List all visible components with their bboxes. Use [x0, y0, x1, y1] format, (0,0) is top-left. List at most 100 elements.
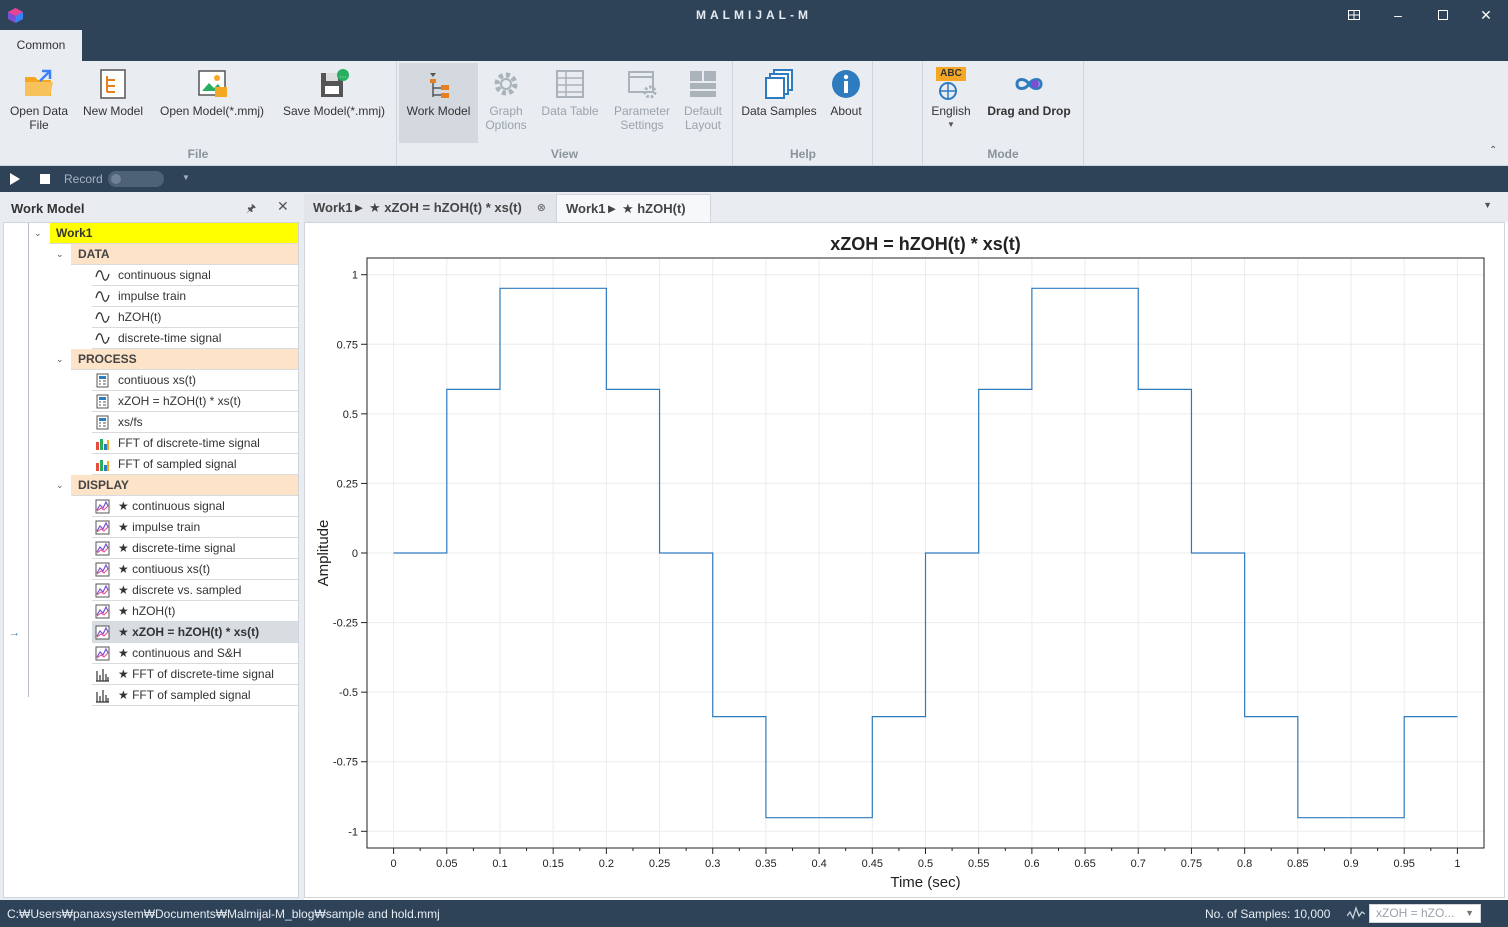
- tree-item[interactable]: ★ xZOH = hZOH(t) * xs(t): [92, 622, 298, 643]
- tree-category-data-label: DATA: [78, 247, 110, 261]
- collapse-chevron-icon[interactable]: ⌄: [56, 354, 64, 365]
- tree-item[interactable]: ★ FFT of sampled signal: [92, 685, 298, 706]
- record-toggle[interactable]: [108, 171, 164, 187]
- tree-item[interactable]: continuous signal: [92, 265, 298, 286]
- drag-and-drop-button[interactable]: Drag and Drop: [980, 63, 1078, 143]
- stem-chart-icon: [96, 690, 109, 703]
- tree-item[interactable]: impulse train: [92, 286, 298, 307]
- data-table-button[interactable]: Data Table: [536, 63, 604, 143]
- settings-window-icon: [628, 71, 657, 99]
- about-button[interactable]: About: [824, 63, 868, 143]
- wave-icon: [95, 291, 110, 302]
- x-tick-label: 0.6: [1024, 858, 1039, 870]
- save-model-button[interactable]: … Save Model(*.mmj): [276, 63, 392, 143]
- help-group-label: Help: [789, 147, 816, 161]
- tree-item[interactable]: ★ hZOH(t): [92, 601, 298, 622]
- samples-stack-icon: [765, 69, 793, 99]
- restore-layout-button[interactable]: [1334, 0, 1374, 30]
- data-samples-label: Data Samples: [741, 104, 817, 118]
- tab-hzoh[interactable]: Work1► ★ hZOH(t): [556, 194, 711, 222]
- x-tick-label: 0.3: [705, 858, 720, 870]
- close-button[interactable]: ✕: [1466, 0, 1506, 30]
- close-panel-icon[interactable]: ✕: [277, 198, 289, 215]
- maximize-button[interactable]: [1423, 0, 1463, 30]
- open-data-file-label: Open Data: [9, 104, 69, 118]
- tab-xzoh[interactable]: Work1► ★ xZOH = hZOH(t) * xs(t) ⊗: [304, 194, 556, 222]
- graph-options-label: Graph: [489, 104, 523, 118]
- new-model-button[interactable]: New Model: [78, 63, 148, 143]
- minimize-icon: –: [1394, 7, 1402, 23]
- line-graph-icon: [95, 625, 110, 640]
- play-icon[interactable]: [10, 173, 20, 185]
- collapse-ribbon-icon[interactable]: ⌃: [1489, 145, 1497, 156]
- y-tick-label: 0.75: [337, 339, 358, 351]
- display-selector[interactable]: xZOH = hZO... ▼: [1369, 904, 1481, 923]
- tree-item[interactable]: contiuous xs(t): [92, 370, 298, 391]
- wave-icon: [95, 270, 110, 281]
- save-model-label: Save Model(*.mmj): [282, 104, 386, 118]
- tree-item[interactable]: ★ discrete-time signal: [92, 538, 298, 559]
- tree-item-label: ★ FFT of discrete-time signal: [118, 667, 274, 681]
- collapse-chevron-icon[interactable]: ⌄: [56, 480, 64, 491]
- tree-item[interactable]: ★ continuous signal: [92, 496, 298, 517]
- line-graph-icon: [95, 562, 110, 577]
- layout-icon: [1348, 10, 1360, 20]
- abc-badge: ABC: [936, 67, 966, 81]
- tree-item[interactable]: xZOH = hZOH(t) * xs(t): [92, 391, 298, 412]
- close-tab-icon[interactable]: ⊗: [537, 194, 546, 222]
- xzoh-chart[interactable]: xZOH = hZOH(t) * xs(t) 0 0.05 0.1 0.15 0.2 0.2…: [305, 223, 1504, 897]
- record-dropdown-icon[interactable]: ▼: [182, 173, 190, 182]
- layout-grid-icon: [690, 71, 716, 97]
- tab-xzoh-label: Work1► ★ xZOH = hZOH(t) * xs(t): [313, 200, 522, 215]
- tree-item-label: contiuous xs(t): [118, 373, 197, 387]
- default-layout-button[interactable]: Default Layout: [678, 63, 728, 143]
- tree-item[interactable]: ★ contiuous xs(t): [92, 559, 298, 580]
- language-dropdown[interactable]: ABC English ▼: [928, 63, 974, 143]
- x-tick-label: 0.55: [968, 858, 989, 870]
- tab-common[interactable]: Common: [0, 30, 82, 61]
- stop-icon[interactable]: [40, 174, 50, 184]
- x-tick-label: 0.5: [918, 858, 933, 870]
- tabs-dropdown-icon[interactable]: ▼: [1483, 200, 1492, 210]
- x-tick-label: 0.85: [1287, 858, 1308, 870]
- ribbon-tab-strip: Common: [0, 30, 1508, 61]
- tree-category-process[interactable]: PROCESS: [71, 349, 298, 370]
- file-path: C:₩Users₩panaxsystem₩Documents₩Malmijal-…: [7, 907, 440, 921]
- collapse-chevron-icon[interactable]: ⌄: [56, 249, 64, 260]
- sample-count: No. of Samples: 10,000: [1205, 907, 1331, 921]
- wave-icon: [95, 312, 110, 323]
- collapse-chevron-icon[interactable]: ⌄: [34, 228, 42, 239]
- tree-root-work1[interactable]: Work1: [50, 223, 298, 244]
- tree-item[interactable]: ★ FFT of discrete-time signal: [92, 664, 298, 685]
- tree-item[interactable]: hZOH(t): [92, 307, 298, 328]
- tree-item[interactable]: FFT of sampled signal: [92, 454, 298, 475]
- file-group-label: File: [187, 147, 209, 161]
- graph-options-button[interactable]: Graph Options: [480, 63, 532, 143]
- tree-item[interactable]: FFT of discrete-time signal: [92, 433, 298, 454]
- x-tick-label: 0.65: [1074, 858, 1095, 870]
- data-samples-button[interactable]: Data Samples: [737, 63, 821, 143]
- x-tick-label: 0: [391, 858, 397, 870]
- parameter-settings-button[interactable]: Parameter Settings: [608, 63, 676, 143]
- work-model-button[interactable]: Work Model: [399, 63, 478, 143]
- tree-category-data[interactable]: DATA: [71, 244, 298, 265]
- line-graph-icon: [95, 520, 110, 535]
- tree-category-display[interactable]: DISPLAY: [71, 475, 298, 496]
- graph-options-label-2: Options: [485, 118, 527, 132]
- open-data-file-button[interactable]: Open Data File: [4, 63, 74, 143]
- open-model-button[interactable]: Open Model(*.mmj): [154, 63, 270, 143]
- tree-item[interactable]: ★ impulse train: [92, 517, 298, 538]
- tree-item[interactable]: xs/fs: [92, 412, 298, 433]
- tree-item[interactable]: discrete-time signal: [92, 328, 298, 349]
- tree-item[interactable]: ★ discrete vs. sampled: [92, 580, 298, 601]
- minimize-button[interactable]: –: [1378, 0, 1418, 30]
- save-model-icon: …: [321, 69, 349, 97]
- info-icon: [832, 70, 860, 98]
- pin-icon[interactable]: 🖈: [246, 200, 256, 219]
- tree-item[interactable]: ★ continuous and S&H: [92, 643, 298, 664]
- stem-chart-icon: [96, 669, 109, 682]
- new-model-label: New Model: [82, 104, 144, 118]
- panel-header: Work Model 🖈 ✕: [0, 192, 304, 222]
- calculator-icon: [96, 394, 109, 409]
- toggle-knob: [111, 174, 121, 184]
